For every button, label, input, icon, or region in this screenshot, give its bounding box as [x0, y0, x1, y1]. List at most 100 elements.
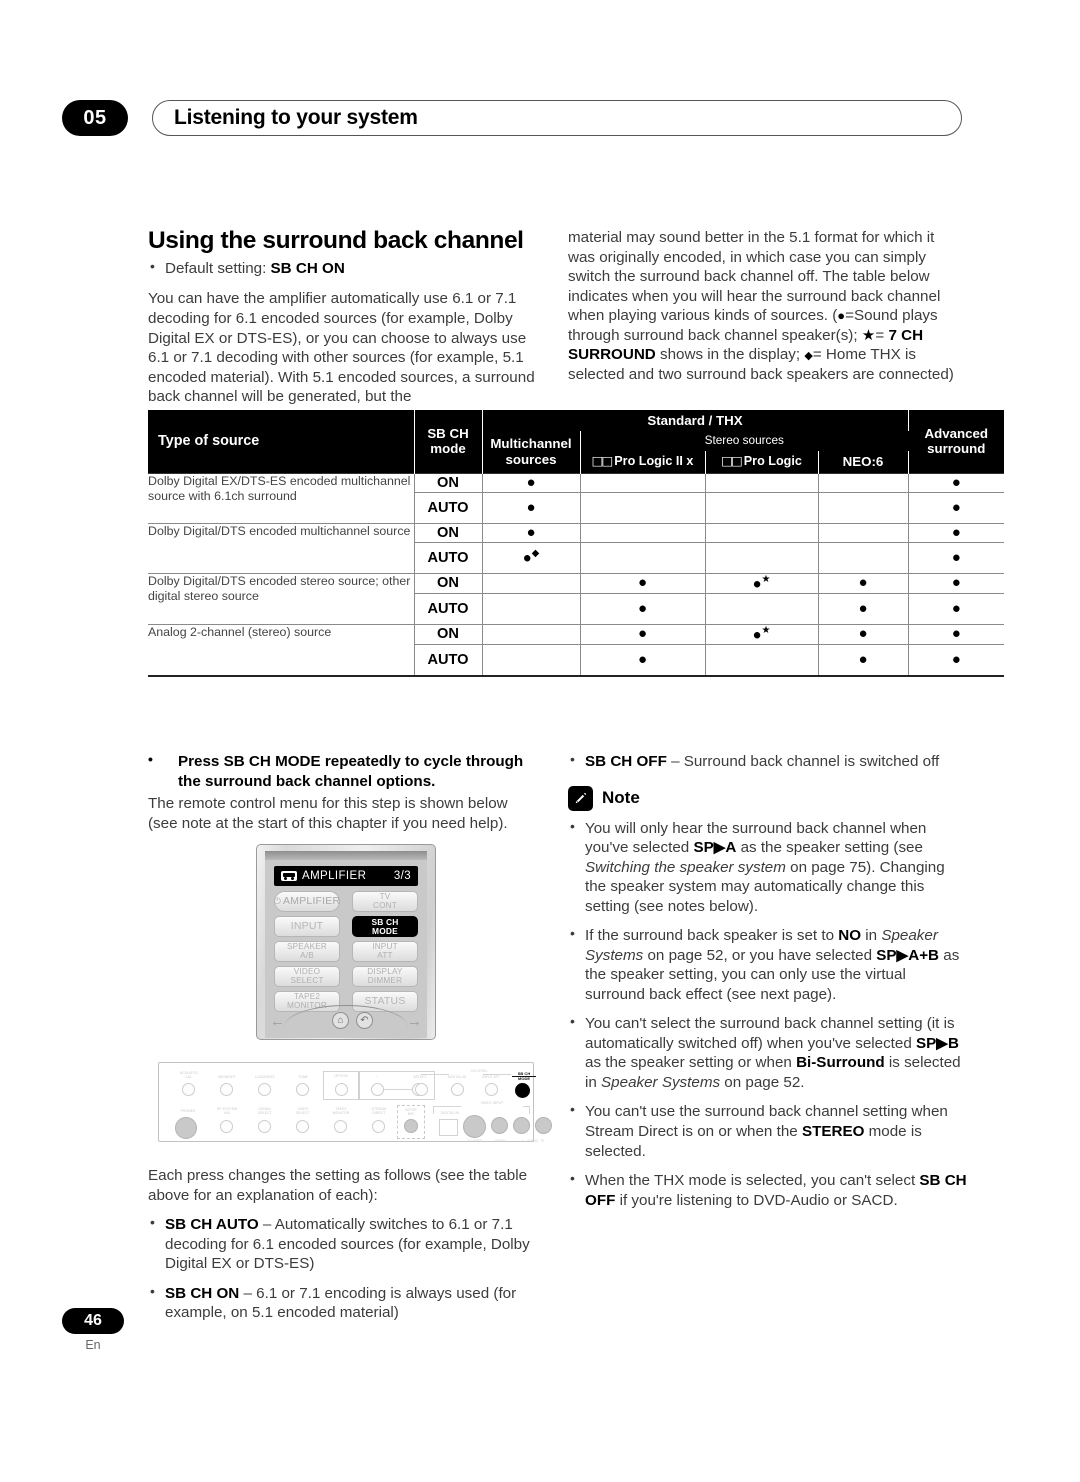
th-type-of-source: Type of source — [148, 410, 415, 473]
dot-marker: ● — [526, 473, 536, 491]
panel-label-sp-system: SP SYSTEM A/B — [216, 1107, 238, 1116]
receiver-front-panel-illustration: ACOUSTIC CAL. MIDNIGHT LOUDNESS TONE OPTI… — [158, 1062, 552, 1143]
cell-source: Dolby Digital/DTS encoded multichannel s… — [148, 523, 411, 538]
th-pro-logic-label: Pro Logic — [743, 454, 802, 469]
each-press-block: Each press changes the setting as follow… — [148, 1166, 540, 1333]
panel-label-stream-direct: STREAM DIRECT — [371, 1107, 387, 1116]
cell-plii: ● — [579, 573, 705, 594]
page-number-badge: 46 — [62, 1308, 124, 1334]
remote-button-row: INPUT SB CH MODE — [274, 916, 418, 937]
th-multichannel-line2: sources — [505, 451, 557, 467]
cell-source: Analog 2-channel (stereo) source — [148, 624, 332, 639]
panel-jack-audio-r[interactable] — [535, 1117, 552, 1134]
panel-button-sb-ch-mode[interactable] — [515, 1083, 530, 1098]
each-press-body: Each press changes the setting as follow… — [148, 1167, 528, 1204]
cell-plii: ● — [579, 624, 705, 645]
cell-mode: ON — [413, 624, 482, 645]
panel-jack-phones[interactable] — [175, 1117, 197, 1139]
panel-knob-signal-select[interactable] — [258, 1120, 271, 1133]
panel-jack-digital-in[interactable] — [439, 1119, 458, 1136]
panel-knob-select[interactable] — [415, 1083, 428, 1096]
table-row: Dolby Digital/DTS encoded multichannel s… — [148, 523, 1004, 542]
panel-label-audio-lr: L AUDIO R — [522, 1139, 544, 1143]
remote-button-tv-cont[interactable]: TV CONT — [352, 891, 418, 912]
cell-neo6 — [817, 523, 908, 542]
remote-button-input[interactable]: INPUT — [274, 916, 340, 937]
chapter-number-badge: 05 — [62, 100, 128, 136]
cell-advanced: ● — [907, 492, 1004, 523]
dot-marker: ● — [522, 549, 532, 567]
note-item: When the THX mode is selected, you can't… — [568, 1170, 968, 1210]
panel-jack-video[interactable] — [491, 1117, 508, 1134]
note-label: Note — [602, 788, 640, 808]
remote-button-amplifier[interactable]: ⏻ AMPLIFIER — [274, 891, 340, 912]
panel-label-digital-in: DIGITAL IN — [447, 1075, 467, 1079]
chapter-title: Listening to your system — [174, 106, 418, 129]
cell-advanced: ● — [907, 542, 1004, 573]
dolby-logo-icon-2: □□ — [721, 453, 743, 469]
note-emphasis: NO — [838, 927, 862, 945]
panel-knob-minus[interactable] — [371, 1083, 384, 1096]
note-emphasis: SP▶B — [916, 1034, 959, 1052]
panel-group-label-ch-level: CH LEVEL — [470, 1069, 488, 1073]
panel-knob-option[interactable] — [335, 1083, 348, 1096]
dot-marker: ● — [858, 574, 868, 592]
cell-neo6: ● — [817, 593, 908, 625]
th-sb-ch-line1: SB CH — [427, 425, 469, 441]
home-icon[interactable]: ⌂ — [332, 1012, 349, 1029]
intro-right-part4: shows in the display; — [655, 346, 805, 364]
panel-knob-loudness[interactable] — [258, 1083, 271, 1096]
remote-button-sb-ch-mode[interactable]: SB CH MODE — [352, 916, 418, 937]
note-text: If the surround back speaker is set to — [585, 927, 839, 945]
sb-ch-off-desc: – Surround back channel is switched off — [666, 753, 940, 770]
panel-label-tone: TONE — [298, 1075, 308, 1079]
left-arrow-icon[interactable]: ← — [270, 1014, 285, 1029]
panel-label-acoustic-cal: ACOUSTIC CAL. — [179, 1071, 199, 1080]
panel-knob-midnight[interactable] — [220, 1083, 233, 1096]
star-symbol: ★ — [861, 326, 876, 344]
cell-pl — [704, 523, 818, 542]
panel-label-signal-select: SIGNAL SELECT — [258, 1107, 272, 1116]
panel-knob-tape2-monitor[interactable] — [334, 1120, 347, 1133]
list-item-sb-ch-auto: SB CH AUTO – Automatically switches to 6… — [148, 1214, 540, 1274]
return-icon[interactable]: ↶ — [356, 1012, 373, 1029]
cell-neo6: ● — [817, 644, 908, 676]
remote-button-grid: ⏻ AMPLIFIER TV CONT INPUT SB CH MODE SPEA… — [274, 891, 418, 1016]
panel-knob-input-att[interactable] — [485, 1083, 498, 1096]
remote-button-input-att[interactable]: INPUT ATT — [352, 941, 418, 962]
press-instruction-block: Press SB CH MODE repeatedly to cycle thr… — [148, 751, 540, 833]
panel-label-select: SELECT — [413, 1075, 427, 1079]
panel-knob-tone[interactable] — [296, 1083, 309, 1096]
th-advanced-surround: Advanced surround — [908, 410, 1004, 473]
panel-jack-s-video[interactable] — [463, 1115, 486, 1138]
panel-label-loudness: LOUDNESS — [255, 1075, 275, 1079]
cell-mode: ON — [413, 523, 482, 542]
cell-advanced: ● — [907, 624, 1004, 645]
press-sb-ch-mode-item: Press SB CH MODE repeatedly to cycle thr… — [148, 751, 540, 791]
panel-knob-video-select[interactable] — [296, 1120, 309, 1133]
remote-lcd-page: 3/3 — [393, 870, 411, 882]
remote-button-display-dimmer[interactable]: DISPLAY DIMMER — [352, 966, 418, 987]
panel-knob-sp-system[interactable] — [220, 1120, 233, 1133]
right-arrow-icon[interactable]: → — [407, 1014, 422, 1029]
remote-control-illustration: AMPLIFIER 3/3 ⏻ AMPLIFIER TV CONT INPUT S… — [256, 844, 436, 1040]
panel-label-digital-in-jack: DIGITAL IN — [440, 1111, 460, 1115]
remote-button-speaker-ab[interactable]: SPEAKER A/B — [274, 941, 340, 962]
remote-button-video-select[interactable]: VIDEO SELECT — [274, 966, 340, 987]
diamond-symbol: ◆ — [804, 350, 813, 363]
panel-knob-digital-in[interactable] — [451, 1083, 464, 1096]
panel-label-tape2-monitor: TAPE2 MONITOR — [332, 1107, 350, 1116]
note-item: If the surround back speaker is set to N… — [568, 925, 968, 1004]
note-item: You will only hear the surround back cha… — [568, 818, 968, 917]
dot-marker: ● — [951, 599, 961, 617]
remote-button-input-att-label: INPUT ATT — [372, 941, 398, 960]
cell-neo6: ● — [817, 624, 908, 645]
remote-button-row: ⏻ AMPLIFIER TV CONT — [274, 891, 418, 912]
panel-jack-audio-l[interactable] — [513, 1117, 530, 1134]
cell-plii: ● — [579, 644, 705, 676]
panel-jack-setup-mic[interactable] — [404, 1119, 418, 1133]
panel-knob-stream-direct[interactable] — [372, 1120, 385, 1133]
panel-knob-acoustic-cal[interactable] — [182, 1083, 195, 1096]
note-text: in — [861, 927, 882, 945]
remote-button-tv-cont-label: TV CONT — [373, 891, 397, 910]
